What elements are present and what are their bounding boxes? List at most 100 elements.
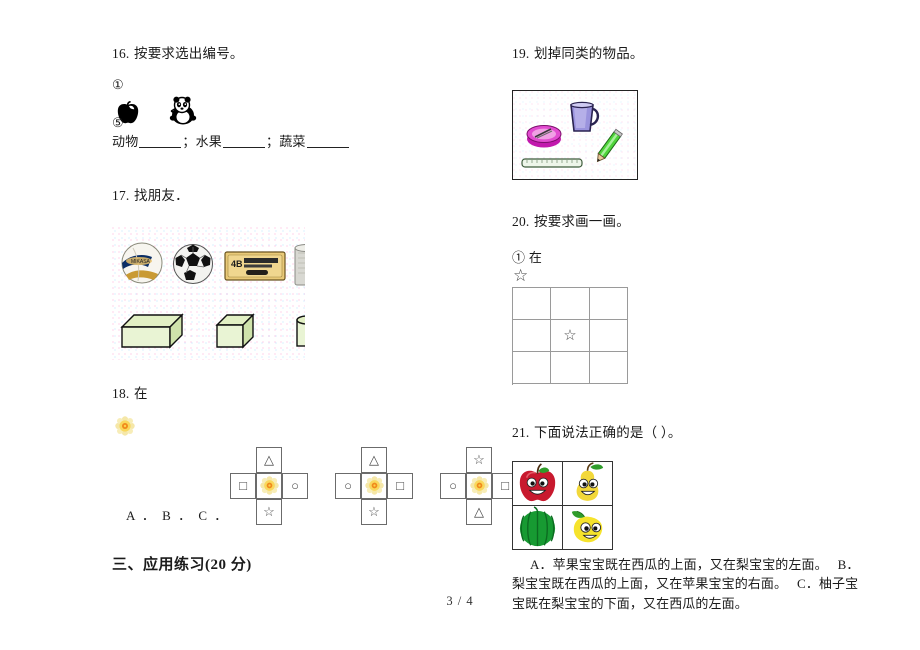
circle-icon: ○: [449, 478, 457, 494]
question-16-answer-blanks: 动物 ；水果 ；蔬菜: [112, 131, 472, 150]
question-16-number: 16.: [112, 46, 130, 61]
question-20-number: 20.: [512, 214, 530, 230]
circle-icon: ○: [344, 478, 352, 494]
cross-b-center-cell: [361, 472, 387, 499]
question-16-body: ① ⑤ 动物 ；水果 ；蔬菜: [112, 78, 472, 150]
cartoon-pomelo-icon: [571, 510, 603, 543]
grid-cell[interactable]: [589, 352, 628, 385]
cross-b-right-cell: □: [387, 472, 413, 499]
question-19-image: [512, 90, 638, 181]
grid-cell[interactable]: [589, 287, 628, 320]
question-16-item-1-label: ①: [112, 77, 124, 93]
question-20-subprompt: ① 在: [512, 247, 872, 266]
question-21: 21. 下面说法正确的是（ ）。 A．苹果宝宝既在西瓜的上面，又在梨宝宝的左面。…: [512, 423, 872, 614]
section-heading: 三、应用练习(20 分): [112, 557, 252, 573]
cross-c-top-cell: ☆: [466, 446, 492, 473]
q16-sep-1: ；: [182, 134, 196, 150]
eraser-icon: 4B: [224, 250, 286, 281]
fruit-cell-apple: [513, 461, 563, 506]
cross-b-left-cell: ○: [335, 472, 361, 499]
question-20: 20. 按要求画一画。 ① 在 ☆ ☆: [512, 212, 872, 385]
q16-blank-fruit[interactable]: [223, 147, 266, 149]
q16-blank-label-fruit: 水果: [195, 134, 223, 150]
question-20-grid[interactable]: ☆: [512, 286, 628, 385]
grid-cell[interactable]: [551, 287, 590, 320]
question-21-fruit-grid: [512, 460, 613, 550]
question-17-image: MIKASA 4B: [112, 226, 305, 360]
question-19-number: 19.: [512, 46, 530, 61]
cuboid-shape-icon: [120, 312, 184, 349]
grid-cell[interactable]: [513, 287, 552, 320]
question-18-text: 在: [134, 385, 148, 401]
question-16-heading: 16. 按要求选出编号。: [112, 44, 472, 64]
q16-blank-label-vegetable: 蔬菜: [279, 134, 306, 150]
cross-net-option-b[interactable]: △ ○ □ ☆: [322, 446, 430, 525]
cross-net-option-a[interactable]: △ □ ○ ☆: [217, 446, 325, 525]
page-number: 3 / 4: [446, 594, 474, 608]
right-column: 19. 划掉同类的物品。 20. 按要求画一画。 ① 在 ☆ ☆ 21. 下面说…: [512, 44, 872, 613]
question-20-sub-mark: ①: [512, 249, 526, 265]
question-20-sub-text: 在: [528, 249, 543, 265]
circle-icon: ○: [291, 478, 299, 494]
panda-icon: [169, 96, 197, 125]
grid-cell[interactable]: [589, 319, 628, 353]
question-21-text: 下面说法正确的是（ ）。: [534, 424, 682, 440]
question-20-text: 按要求画一画。: [534, 214, 630, 230]
square-icon: □: [239, 478, 247, 494]
pencil-icon: [596, 128, 623, 163]
cross-a-top-cell: △: [256, 446, 282, 473]
grid-cell[interactable]: [551, 352, 590, 385]
question-18-heading: 18. 在: [112, 384, 472, 404]
question-18: 18. 在 △ □ ○ ☆ △ ○ □ ☆ ☆ ○ □ △ A ． B ． C …: [112, 384, 518, 525]
question-21-number: 21.: [512, 424, 530, 440]
grid-cell-center-star[interactable]: ☆: [551, 319, 590, 353]
question-16: 16. 按要求选出编号。 ① ⑤ 动物 ；水果 ；蔬菜: [112, 44, 472, 150]
q16-blank-vegetable[interactable]: [306, 147, 349, 149]
soccer-ball-icon: [173, 243, 213, 284]
cylinder-shape-icon: [296, 314, 305, 347]
flower-badge-icon: [115, 416, 135, 436]
triangle-icon: △: [264, 452, 274, 468]
question-17-heading: 17. 找朋友．: [112, 186, 472, 206]
cross-c-center-cell: [466, 472, 492, 499]
question-17-number: 17.: [112, 188, 130, 204]
flower-badge-icon: [364, 476, 384, 495]
svg-text:MIKASA: MIKASA: [131, 259, 151, 265]
cross-a-right-cell: ○: [282, 472, 308, 499]
grid-cell[interactable]: [513, 319, 552, 353]
square-icon: □: [396, 478, 404, 494]
question-19-text: 划掉同类的物品。: [534, 46, 644, 61]
left-column: 16. 按要求选出编号。 ① ⑤ 动物 ；水果 ；蔬菜 17. 找朋友． MIK…: [112, 44, 518, 525]
cartoon-apple-icon: [519, 462, 556, 501]
triangle-icon: △: [369, 452, 379, 468]
question-17: 17. 找朋友． MIKASA 4B: [112, 186, 472, 360]
question-20-heading: 20. 按要求画一画。: [512, 212, 872, 232]
grid-cell[interactable]: [513, 352, 552, 385]
question-18-number: 18.: [112, 385, 130, 401]
ruler-icon: [521, 158, 583, 168]
star-icon: ☆: [263, 504, 275, 520]
question-16-text: 按要求选出编号。: [134, 46, 244, 61]
question-21-heading: 21. 下面说法正确的是（ ）。: [512, 423, 872, 443]
square-icon: □: [501, 478, 509, 494]
question-19: 19. 划掉同类的物品。: [512, 44, 872, 181]
volleyball-icon: MIKASA: [121, 242, 163, 283]
cross-c-left-cell: ○: [440, 472, 466, 499]
cross-b-top-cell: △: [361, 446, 387, 473]
cartoon-pear-icon: [576, 461, 604, 501]
q16-blank-label-animal: 动物: [112, 134, 139, 150]
q16-blank-animal[interactable]: [139, 147, 182, 149]
cube-shape-icon: [215, 312, 255, 349]
fruit-cell-pear: [563, 461, 613, 506]
fruit-cell-watermelon: [513, 505, 563, 550]
star-icon: ☆: [473, 452, 485, 468]
fruit-cell-pomelo: [563, 505, 613, 550]
question-19-heading: 19. 划掉同类的物品。: [512, 44, 872, 64]
question-17-text: 找朋友．: [134, 188, 189, 204]
flower-badge-icon: [259, 476, 279, 495]
triangle-icon: △: [474, 504, 484, 520]
paint-palette-icon: [526, 125, 562, 148]
cross-a-left-cell: □: [230, 472, 256, 499]
question-20-cue-star-icon: ☆: [513, 265, 529, 285]
watermelon-icon: [519, 506, 556, 546]
